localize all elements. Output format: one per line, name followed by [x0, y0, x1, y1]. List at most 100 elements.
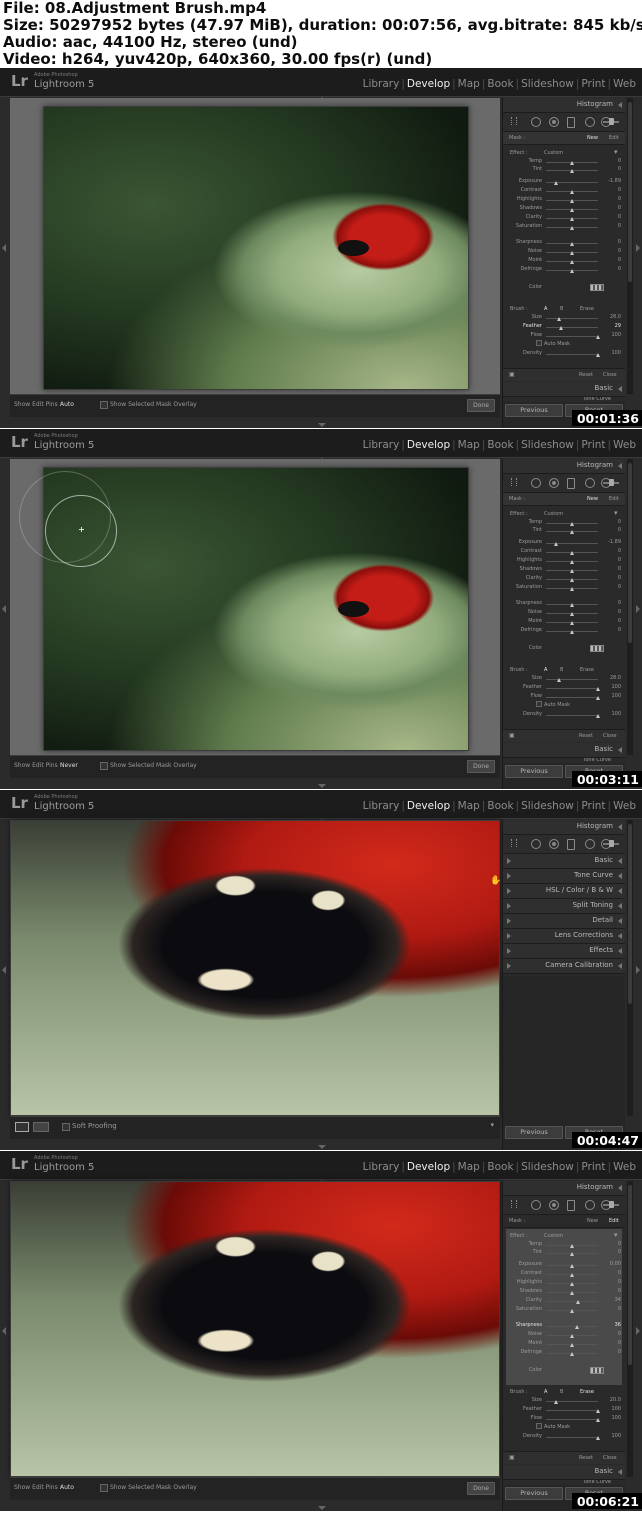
mask-overlay-checkbox[interactable] — [100, 762, 108, 770]
brush-slider-value[interactable]: 100 — [601, 693, 621, 699]
mask-overlay-checkbox[interactable] — [100, 401, 108, 409]
crop-icon[interactable] — [531, 478, 541, 488]
module-develop[interactable]: Develop — [407, 800, 450, 812]
grid-icon[interactable] — [511, 839, 517, 847]
basic-panel-header[interactable]: Basic — [503, 382, 625, 397]
panel-scrollbar[interactable] — [627, 459, 633, 755]
histogram-panel-header[interactable]: Histogram — [503, 820, 625, 835]
module-library[interactable]: Library — [363, 1161, 400, 1173]
slider-thumb[interactable] — [570, 560, 574, 564]
slider-value[interactable]: 0 — [601, 548, 621, 554]
panel-scrollbar[interactable] — [627, 1181, 633, 1477]
brush-slider-track[interactable] — [546, 354, 598, 355]
red-eye-icon[interactable] — [567, 1200, 575, 1211]
red-eye-icon[interactable] — [567, 478, 575, 489]
slider-thumb[interactable] — [570, 587, 574, 591]
module-develop[interactable]: Develop — [407, 439, 450, 451]
adjustment-brush-icon[interactable] — [603, 840, 619, 847]
histogram-panel-header[interactable]: Histogram — [503, 98, 625, 113]
brush-slider-value[interactable]: 100 — [601, 1406, 621, 1412]
disclosure-icon[interactable]: ▾ — [614, 1231, 618, 1239]
module-web[interactable]: Web — [613, 1161, 636, 1173]
module-library[interactable]: Library — [363, 78, 400, 90]
slider-thumb[interactable] — [570, 569, 574, 573]
previous-button[interactable]: Previous — [505, 765, 563, 778]
slider-value[interactable]: 0 — [601, 1270, 621, 1276]
slider-track[interactable] — [546, 1301, 598, 1302]
brush-slider-track[interactable] — [546, 1437, 598, 1438]
brush-close-button[interactable]: Close — [603, 733, 617, 739]
slider-value[interactable]: 0 — [601, 205, 621, 211]
before-after-icon[interactable] — [33, 1122, 49, 1132]
slider-value[interactable]: 0 — [601, 266, 621, 272]
brush-slider-thumb[interactable] — [557, 317, 561, 321]
crop-icon[interactable] — [531, 839, 541, 849]
brush-slider-thumb[interactable] — [596, 687, 600, 691]
brush-slider-thumb[interactable] — [559, 326, 564, 330]
panel-scrollbar[interactable] — [627, 98, 633, 394]
previous-button[interactable]: Previous — [505, 1487, 563, 1500]
done-button[interactable]: Done — [467, 1482, 495, 1495]
scrollbar-thumb[interactable] — [628, 102, 632, 282]
color-swatch[interactable] — [590, 1367, 604, 1374]
brush-slider-value[interactable]: 100 — [601, 1433, 621, 1439]
module-develop[interactable]: Develop — [407, 1161, 450, 1173]
right-panel-toggle-icon[interactable] — [636, 605, 640, 613]
slider-thumb[interactable] — [570, 208, 574, 212]
brush-slider-thumb[interactable] — [596, 1418, 600, 1422]
slider-value[interactable]: 0 — [601, 566, 621, 572]
graduated-filter-icon[interactable] — [585, 478, 595, 488]
grid-icon[interactable] — [511, 117, 517, 125]
graduated-filter-icon[interactable] — [585, 1200, 595, 1210]
histogram-panel-header[interactable]: Histogram — [503, 459, 625, 474]
basic-panel-header[interactable]: Basic — [503, 1465, 625, 1480]
brush-b-button[interactable]: B — [560, 1389, 563, 1395]
mask-overlay-checkbox[interactable] — [100, 1484, 108, 1492]
slider-value[interactable]: 0 — [601, 187, 621, 193]
slider-thumb[interactable] — [570, 1352, 574, 1356]
show-edit-pins-dropdown[interactable]: Auto — [60, 401, 74, 408]
graduated-filter-icon[interactable] — [585, 117, 595, 127]
spot-removal-icon[interactable] — [549, 117, 559, 127]
scrollbar-thumb[interactable] — [628, 824, 632, 1004]
slider-thumb[interactable] — [570, 1282, 574, 1286]
module-map[interactable]: Map — [458, 78, 480, 90]
module-web[interactable]: Web — [613, 78, 636, 90]
brush-b-button[interactable]: B — [560, 667, 563, 673]
slider-thumb[interactable] — [570, 260, 574, 264]
left-panel-toggle-icon[interactable] — [2, 1327, 6, 1335]
section-header[interactable]: Camera Calibration — [503, 959, 625, 974]
brush-slider-value[interactable]: 28.0 — [601, 314, 621, 320]
module-map[interactable]: Map — [458, 800, 480, 812]
grid-icon[interactable] — [511, 478, 517, 486]
previous-button[interactable]: Previous — [505, 1126, 563, 1139]
mask-edit-button[interactable]: Edit — [609, 496, 619, 502]
brush-slider-thumb[interactable] — [596, 714, 600, 718]
section-header[interactable]: HSL / Color / B & W — [503, 884, 625, 899]
slider-thumb[interactable] — [570, 1252, 574, 1256]
previous-button[interactable]: Previous — [505, 404, 563, 417]
section-header[interactable]: Effects — [503, 944, 625, 959]
module-print[interactable]: Print — [581, 800, 605, 812]
slider-thumb[interactable] — [575, 1325, 580, 1329]
slider-thumb[interactable] — [554, 542, 559, 546]
slider-thumb[interactable] — [570, 190, 574, 194]
show-edit-pins-dropdown[interactable]: Never — [60, 762, 78, 769]
toolbar-menu-icon[interactable]: ▾ — [490, 1121, 494, 1129]
color-swatch[interactable] — [590, 284, 604, 291]
slider-value[interactable]: 0 — [601, 223, 621, 229]
brush-slider-value[interactable]: 100 — [601, 332, 621, 338]
brush-slider-thumb[interactable] — [596, 1436, 600, 1440]
basic-panel-header[interactable]: Basic — [503, 743, 625, 758]
slider-thumb[interactable] — [570, 1343, 574, 1347]
mask-new-button[interactable]: New — [587, 1218, 598, 1224]
adjustment-brush-icon[interactable] — [603, 1201, 619, 1208]
scrollbar-thumb[interactable] — [628, 463, 632, 643]
slider-value[interactable]: 0 — [601, 575, 621, 581]
slider-thumb[interactable] — [570, 1273, 574, 1277]
adjustment-brush-icon[interactable] — [603, 479, 619, 486]
grid-icon[interactable] — [511, 1200, 517, 1208]
brush-slider-value[interactable]: 100 — [601, 711, 621, 717]
auto-mask-checkbox[interactable] — [536, 1423, 542, 1429]
panel-scrollbar[interactable] — [627, 820, 633, 1116]
